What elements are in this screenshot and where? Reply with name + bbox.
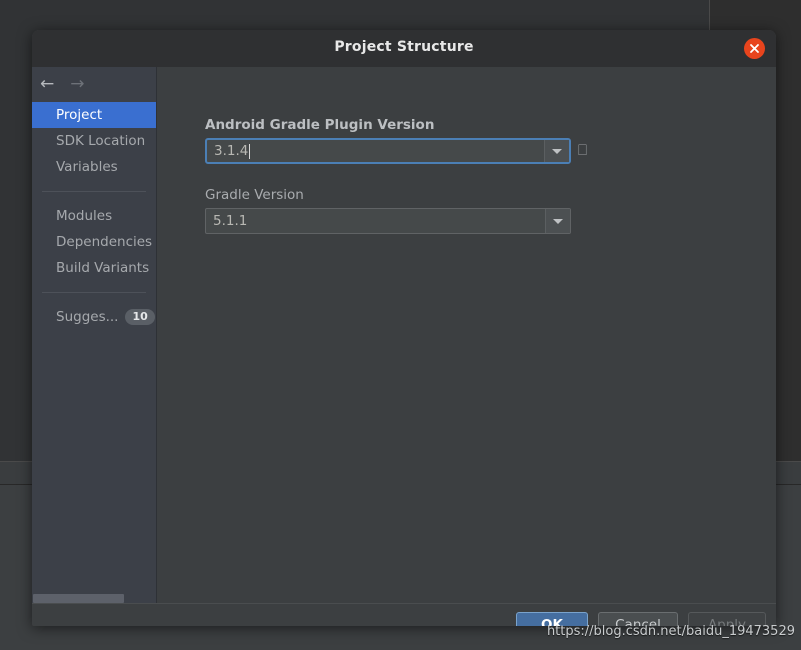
triangle-down-glyph: [553, 218, 563, 224]
watermark-text: https://blog.csdn.net/baidu_19473529: [546, 624, 795, 639]
sidebar-item-label: Variables: [56, 159, 118, 175]
close-x-icon: [750, 44, 759, 53]
close-icon[interactable]: [744, 38, 765, 59]
sidebar-divider: [42, 292, 146, 293]
gradle-version-value: 5.1.1: [213, 213, 248, 229]
android-gradle-plugin-version-value: 3.1.4: [214, 143, 249, 159]
sidebar-scrollbar-thumb[interactable]: [33, 594, 124, 603]
forward-arrow-icon[interactable]: →: [70, 76, 84, 93]
suggestions-count-badge: 10: [125, 309, 155, 325]
triangle-down-glyph: [552, 148, 562, 154]
sidebar-item-label: Dependencies: [56, 234, 153, 250]
android-gradle-plugin-version-combobox[interactable]: 3.1.4: [205, 138, 571, 164]
sidebar-horizontal-scrollbar[interactable]: [33, 594, 155, 603]
chevron-down-icon[interactable]: [545, 209, 570, 233]
sidebar-divider: [42, 191, 146, 192]
back-arrow-icon[interactable]: ←: [40, 76, 54, 93]
sidebar-item-project[interactable]: Project: [32, 102, 156, 128]
sidebar-nav-arrows: ← →: [32, 67, 156, 102]
sidebar-item-build-variants[interactable]: Build Variants: [32, 255, 156, 281]
dialog-content-pane: Android Gradle Plugin Version 3.1.4 ⎕ Gr…: [158, 67, 776, 614]
sidebar-item-modules[interactable]: Modules: [32, 203, 156, 229]
gradle-version-combobox[interactable]: 5.1.1: [205, 208, 571, 234]
sidebar-item-variables[interactable]: Variables: [32, 154, 156, 180]
sidebar-item-dependencies[interactable]: Dependencies: [32, 229, 156, 255]
text-caret: [249, 143, 251, 159]
dialog-body: ← → Project SDK Location Variables Modul…: [32, 67, 776, 614]
sidebar-item-sdk-location[interactable]: SDK Location: [32, 128, 156, 154]
sidebar-item-label: Build Variants: [56, 260, 150, 276]
android-gradle-plugin-version-label: Android Gradle Plugin Version: [205, 117, 435, 133]
dialog-button-bar: OK Cancel Apply: [32, 603, 776, 626]
sidebar-item-label: Modules: [56, 208, 113, 224]
sidebar-item-label: SDK Location: [56, 133, 146, 149]
dialog-title: Project Structure: [334, 39, 474, 55]
dialog-titlebar: Project Structure: [32, 30, 776, 67]
project-structure-dialog: Project Structure ← → Project SDK Locati…: [32, 30, 776, 626]
android-gradle-plugin-version-input[interactable]: 3.1.4: [207, 140, 544, 162]
gradle-version-input[interactable]: 5.1.1: [206, 209, 545, 233]
gradle-version-label: Gradle Version: [205, 187, 304, 203]
sidebar-item-label: Sugges...: [56, 309, 119, 325]
sidebar-item-suggestions[interactable]: Sugges... 10: [32, 304, 156, 330]
screen: Project Structure ← → Project SDK Locati…: [0, 0, 801, 650]
dialog-sidebar: ← → Project SDK Location Variables Modul…: [32, 67, 157, 614]
chevron-down-icon[interactable]: [544, 140, 569, 162]
brackets-icon[interactable]: ⎕: [578, 143, 587, 158]
sidebar-item-label: Project: [56, 107, 103, 123]
